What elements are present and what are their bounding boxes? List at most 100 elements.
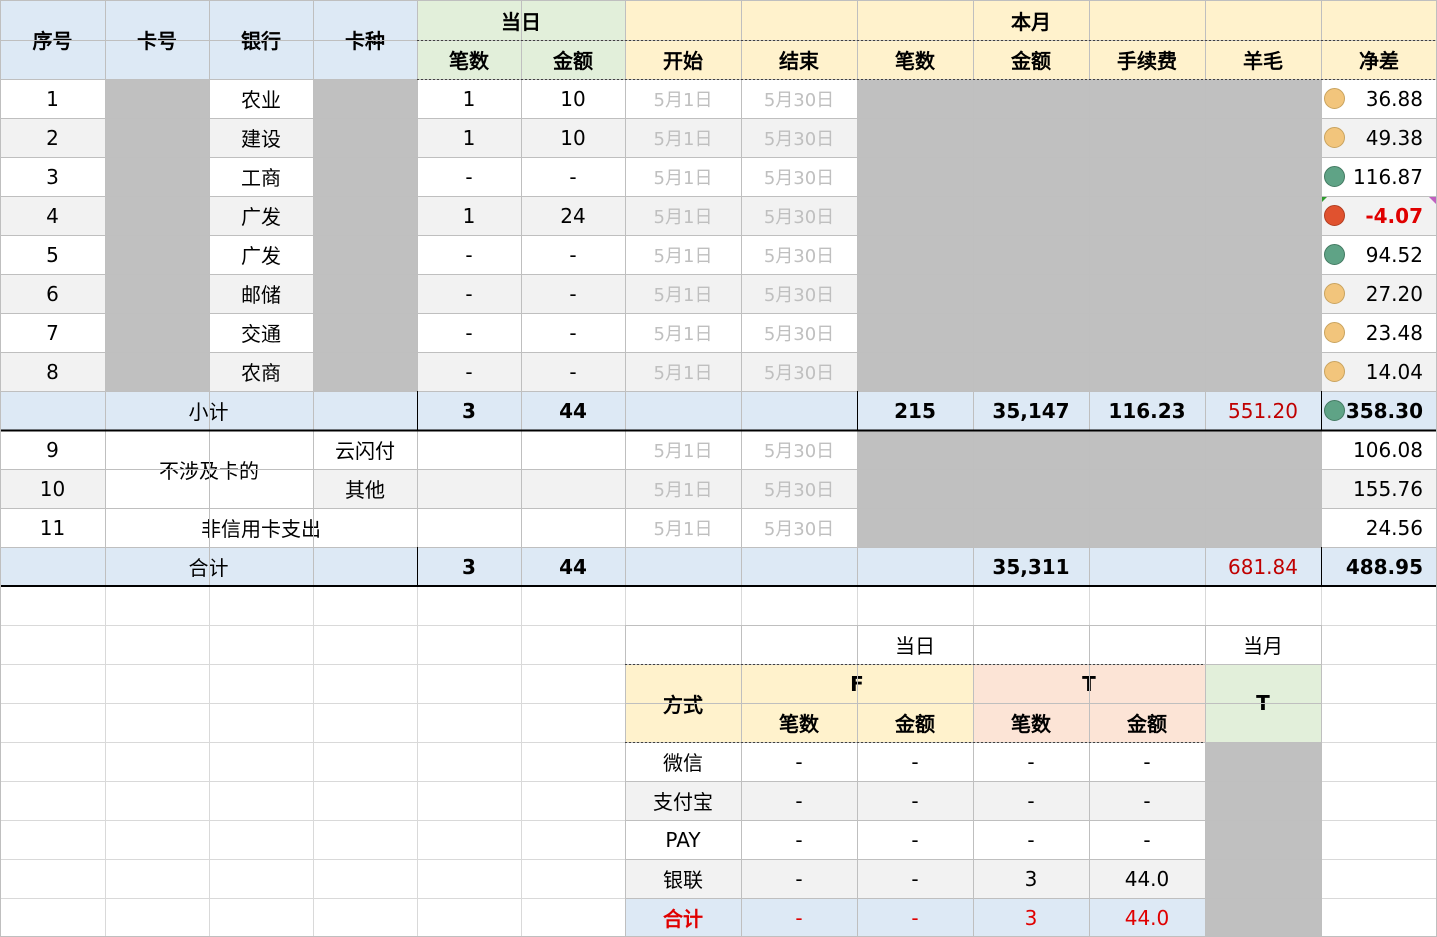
type-cell[interactable]: 云闪付 bbox=[313, 430, 417, 469]
wool-cell[interactable] bbox=[1205, 235, 1321, 274]
today-amount-cell[interactable]: 24 bbox=[521, 196, 625, 235]
today-count-cell[interactable] bbox=[417, 508, 521, 547]
header-month[interactable]: 本月 bbox=[625, 0, 1437, 40]
bank-cell[interactable]: 建设 bbox=[209, 118, 313, 157]
today-amount-cell[interactable] bbox=[521, 469, 625, 508]
fee-cell[interactable] bbox=[1089, 235, 1205, 274]
summary-total-t-count[interactable]: 3 bbox=[973, 898, 1089, 937]
subtotal-today-count[interactable]: 3 bbox=[417, 391, 521, 430]
card-type-cell[interactable] bbox=[313, 274, 417, 313]
summary-month-t-header[interactable]: T bbox=[1205, 664, 1321, 742]
start-date-cell[interactable]: 5月1日 bbox=[625, 235, 741, 274]
start-date-cell[interactable]: 5月1日 bbox=[625, 430, 741, 469]
subtotal-label[interactable]: 小计 bbox=[0, 391, 417, 430]
bank-cell[interactable]: 工商 bbox=[209, 157, 313, 196]
masked-cell[interactable] bbox=[857, 469, 973, 508]
wool-cell[interactable] bbox=[1205, 352, 1321, 391]
summary-method-cell[interactable]: 支付宝 bbox=[625, 781, 741, 820]
subtotal-month-amount[interactable]: 35,147 bbox=[973, 391, 1089, 430]
header-seq[interactable]: 序号 bbox=[0, 0, 105, 79]
seq-cell[interactable]: 4 bbox=[0, 196, 105, 235]
bank-cell[interactable]: 邮储 bbox=[209, 274, 313, 313]
month-amount-cell[interactable] bbox=[973, 274, 1089, 313]
summary-t-header[interactable]: T bbox=[973, 664, 1205, 703]
today-count-cell[interactable]: - bbox=[417, 313, 521, 352]
bank-cell[interactable]: 农业 bbox=[209, 79, 313, 118]
today-amount-cell[interactable]: - bbox=[521, 313, 625, 352]
today-count-cell[interactable]: - bbox=[417, 274, 521, 313]
summary-total-label[interactable]: 合计 bbox=[625, 898, 741, 937]
subtotal-wool[interactable]: 551.20 bbox=[1205, 391, 1321, 430]
card-type-cell[interactable] bbox=[313, 235, 417, 274]
summary-t-count-cell[interactable]: - bbox=[973, 781, 1089, 820]
card-no-cell[interactable] bbox=[105, 196, 209, 235]
summary-method-header[interactable]: 方式 bbox=[625, 664, 741, 742]
summary-total-f-count[interactable]: - bbox=[741, 898, 857, 937]
today-amount-cell[interactable]: - bbox=[521, 352, 625, 391]
fee-cell[interactable] bbox=[1089, 196, 1205, 235]
month-amount-cell[interactable] bbox=[973, 235, 1089, 274]
start-date-cell[interactable]: 5月1日 bbox=[625, 352, 741, 391]
card-type-cell[interactable] bbox=[313, 79, 417, 118]
start-date-cell[interactable]: 5月1日 bbox=[625, 313, 741, 352]
header-start[interactable]: 开始 bbox=[625, 40, 741, 79]
header-card-type[interactable]: 卡种 bbox=[313, 0, 417, 79]
today-count-cell[interactable]: 1 bbox=[417, 196, 521, 235]
today-count-cell[interactable]: 1 bbox=[417, 79, 521, 118]
start-date-cell[interactable]: 5月1日 bbox=[625, 508, 741, 547]
today-count-cell[interactable] bbox=[417, 469, 521, 508]
start-date-cell[interactable]: 5月1日 bbox=[625, 79, 741, 118]
net-cell[interactable]: 49.38 bbox=[1321, 118, 1437, 157]
summary-total-f-amount[interactable]: - bbox=[857, 898, 973, 937]
card-type-cell[interactable] bbox=[313, 118, 417, 157]
header-today-count[interactable]: 笔数 bbox=[417, 40, 521, 79]
summary-t-count-cell[interactable]: - bbox=[973, 820, 1089, 859]
net-cell[interactable]: -4.07 bbox=[1321, 196, 1437, 235]
seq-cell[interactable]: 9 bbox=[0, 430, 105, 469]
seq-cell[interactable]: 10 bbox=[0, 469, 105, 508]
subtotal-end[interactable] bbox=[741, 391, 857, 430]
total-wool[interactable]: 681.84 bbox=[1205, 547, 1321, 586]
summary-f-amount-cell[interactable]: - bbox=[857, 820, 973, 859]
card-no-cell[interactable] bbox=[105, 274, 209, 313]
start-date-cell[interactable]: 5月1日 bbox=[625, 118, 741, 157]
header-fee[interactable]: 手续费 bbox=[1089, 40, 1205, 79]
seq-cell[interactable]: 8 bbox=[0, 352, 105, 391]
card-no-cell[interactable] bbox=[105, 235, 209, 274]
bank-cell[interactable]: 广发 bbox=[209, 196, 313, 235]
summary-f-count-cell[interactable]: - bbox=[741, 742, 857, 781]
card-type-cell[interactable] bbox=[313, 196, 417, 235]
subtotal-month-count[interactable]: 215 bbox=[857, 391, 973, 430]
end-date-cell[interactable]: 5月30日 bbox=[741, 508, 857, 547]
wool-cell[interactable] bbox=[1205, 157, 1321, 196]
end-date-cell[interactable]: 5月30日 bbox=[741, 352, 857, 391]
summary-t-amount-cell[interactable]: - bbox=[1089, 781, 1205, 820]
header-end[interactable]: 结束 bbox=[741, 40, 857, 79]
today-count-cell[interactable] bbox=[417, 430, 521, 469]
today-count-cell[interactable]: - bbox=[417, 157, 521, 196]
header-net[interactable]: 净差 bbox=[1321, 40, 1437, 79]
net-cell[interactable]: 14.04 bbox=[1321, 352, 1437, 391]
summary-f-count-cell[interactable]: - bbox=[741, 859, 857, 898]
masked-cell[interactable] bbox=[1205, 469, 1321, 508]
header-month-count[interactable]: 笔数 bbox=[857, 40, 973, 79]
fee-cell[interactable] bbox=[1089, 79, 1205, 118]
net-cell[interactable]: 27.20 bbox=[1321, 274, 1437, 313]
total-empty-cell[interactable] bbox=[741, 547, 857, 586]
today-count-cell[interactable]: - bbox=[417, 352, 521, 391]
summary-f-amount-cell[interactable]: - bbox=[857, 781, 973, 820]
masked-cell[interactable] bbox=[857, 430, 973, 469]
today-amount-cell[interactable]: - bbox=[521, 235, 625, 274]
fee-cell[interactable] bbox=[1089, 313, 1205, 352]
wool-cell[interactable] bbox=[1205, 274, 1321, 313]
total-label[interactable]: 合计 bbox=[0, 547, 417, 586]
start-date-cell[interactable]: 5月1日 bbox=[625, 274, 741, 313]
bank-cell[interactable]: 农商 bbox=[209, 352, 313, 391]
seq-cell[interactable]: 1 bbox=[0, 79, 105, 118]
masked-cell[interactable] bbox=[1089, 469, 1205, 508]
month-amount-cell[interactable] bbox=[973, 196, 1089, 235]
masked-cell[interactable] bbox=[973, 508, 1089, 547]
header-today[interactable]: 当日 bbox=[417, 0, 625, 40]
seq-cell[interactable]: 11 bbox=[0, 508, 105, 547]
summary-method-cell[interactable]: PAY bbox=[625, 820, 741, 859]
